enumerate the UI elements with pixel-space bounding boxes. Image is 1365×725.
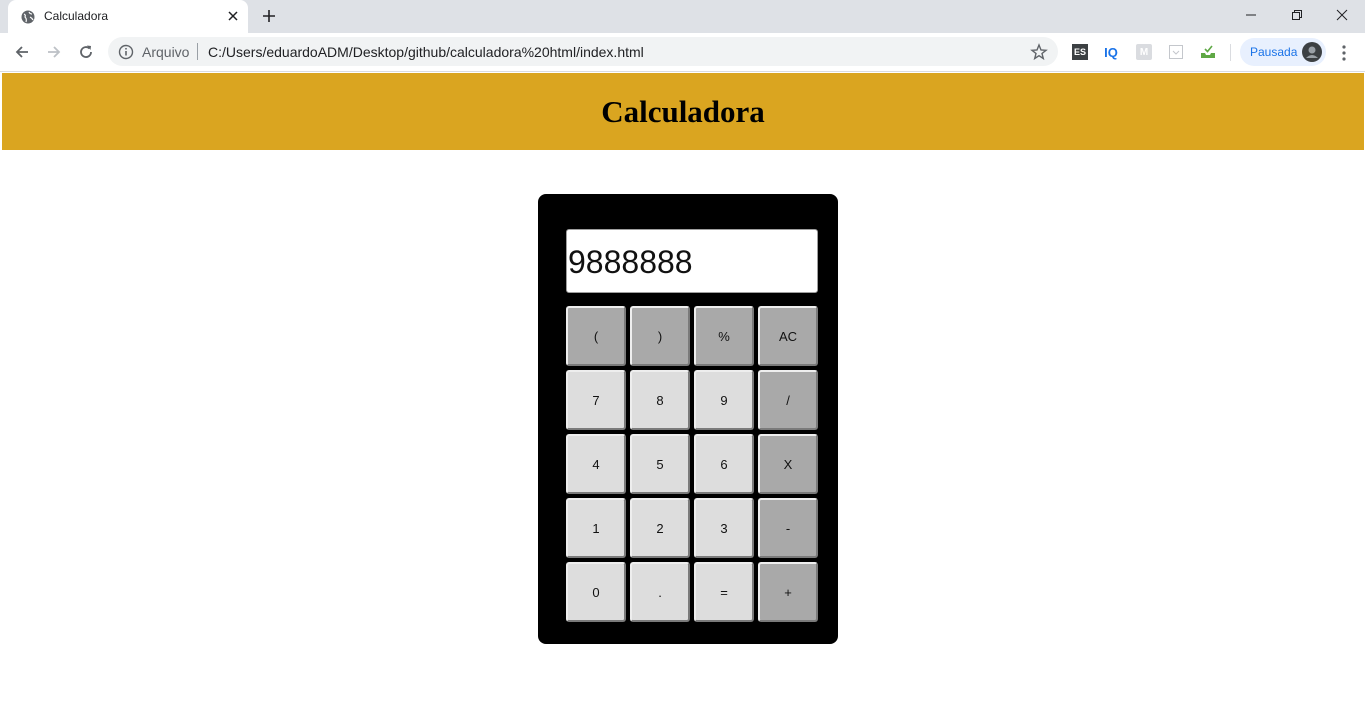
url-text[interactable]: C:/Users/eduardoADM/Desktop/github/calcu… [208, 44, 644, 60]
extension-box-icon[interactable] [1168, 44, 1184, 60]
close-window-button[interactable] [1319, 0, 1365, 30]
extension-m-label: M [1139, 46, 1149, 58]
address-divider [197, 43, 198, 60]
key-equals-button[interactable]: = [694, 562, 754, 622]
minimize-button[interactable] [1228, 0, 1274, 30]
key-close-paren-button[interactable]: ) [630, 306, 690, 366]
arrow-right-icon [48, 46, 61, 58]
key-percent-button[interactable]: % [694, 306, 754, 366]
key-divide-button[interactable]: / [758, 370, 818, 430]
toolbar-divider [1230, 44, 1231, 61]
key-digit-7-button[interactable]: 7 [566, 370, 626, 430]
calculator: 9888888 ()% AC 7 8 9/ 4 5 6 X 1 2 3- 0. = + [538, 194, 838, 644]
back-button[interactable] [12, 42, 32, 62]
key-digit-5-button[interactable]: 5 [630, 434, 690, 494]
avatar-icon [1306, 46, 1318, 58]
key-digit-4-button[interactable]: 4 [566, 434, 626, 494]
extension-m-icon[interactable]: M [1136, 44, 1152, 60]
key-digit-9-button[interactable]: 9 [694, 370, 754, 430]
extension-tray-icon[interactable] [1200, 44, 1216, 60]
avatar [1302, 42, 1322, 62]
key-open-paren-button[interactable]: ( [566, 306, 626, 366]
calculator-keypad: ()% AC 7 8 9/ 4 5 6 X 1 2 3- 0. = + [566, 306, 818, 622]
key-multiply-button[interactable]: X [758, 434, 818, 494]
browser-toolbar: Arquivo C:/Users/eduardoADM/Desktop/gith… [0, 33, 1365, 71]
extension-es-icon[interactable]: ES [1072, 44, 1088, 60]
info-icon[interactable] [118, 44, 134, 60]
new-tab-icon[interactable] [261, 8, 277, 24]
key-digit-1-button[interactable]: 1 [566, 498, 626, 558]
box-icon [1169, 45, 1183, 59]
key-digit-6-button[interactable]: 6 [694, 434, 754, 494]
restore-icon [1292, 10, 1302, 20]
page-header: Calculadora [2, 73, 1364, 150]
key-digit-8-button[interactable]: 8 [630, 370, 690, 430]
extension-iq-label: IQ [1104, 44, 1118, 60]
arrow-left-icon [15, 46, 28, 58]
scheme-label: Arquivo [142, 44, 190, 60]
toolbar-border [0, 71, 1365, 72]
close-icon [1336, 9, 1348, 21]
globe-icon [21, 10, 35, 24]
extension-iq-icon[interactable]: IQ [1103, 44, 1119, 60]
tray-icon [1201, 45, 1215, 58]
key-digit-0-button[interactable]: 0 [566, 562, 626, 622]
extension-es-label: ES [1073, 47, 1086, 57]
reload-button[interactable] [76, 42, 96, 62]
browser-tab[interactable]: Calculadora [8, 0, 248, 33]
more-menu-icon[interactable] [1336, 44, 1352, 62]
profile-button[interactable]: Pausada [1240, 38, 1326, 66]
minimize-icon [1246, 14, 1256, 16]
address-bar[interactable]: Arquivo C:/Users/eduardoADM/Desktop/gith… [108, 37, 1058, 66]
star-icon[interactable] [1030, 43, 1048, 61]
key-add-button[interactable]: + [758, 562, 818, 622]
tab-strip: Calculadora [0, 0, 1365, 33]
reload-icon [80, 45, 92, 58]
key-subtract-button[interactable]: - [758, 498, 818, 558]
tab-title: Calculadora [44, 9, 109, 23]
close-tab-icon[interactable] [226, 9, 240, 23]
restore-button[interactable] [1274, 0, 1320, 30]
key-clear-button[interactable]: AC [758, 306, 818, 366]
forward-button[interactable] [44, 42, 64, 62]
key-digit-3-button[interactable]: 3 [694, 498, 754, 558]
profile-status-label: Pausada [1250, 45, 1298, 59]
key-digit-2-button[interactable]: 2 [630, 498, 690, 558]
page-title: Calculadora [601, 93, 765, 129]
key-decimal-button[interactable]: . [630, 562, 690, 622]
calculator-display[interactable]: 9888888 [566, 229, 818, 293]
